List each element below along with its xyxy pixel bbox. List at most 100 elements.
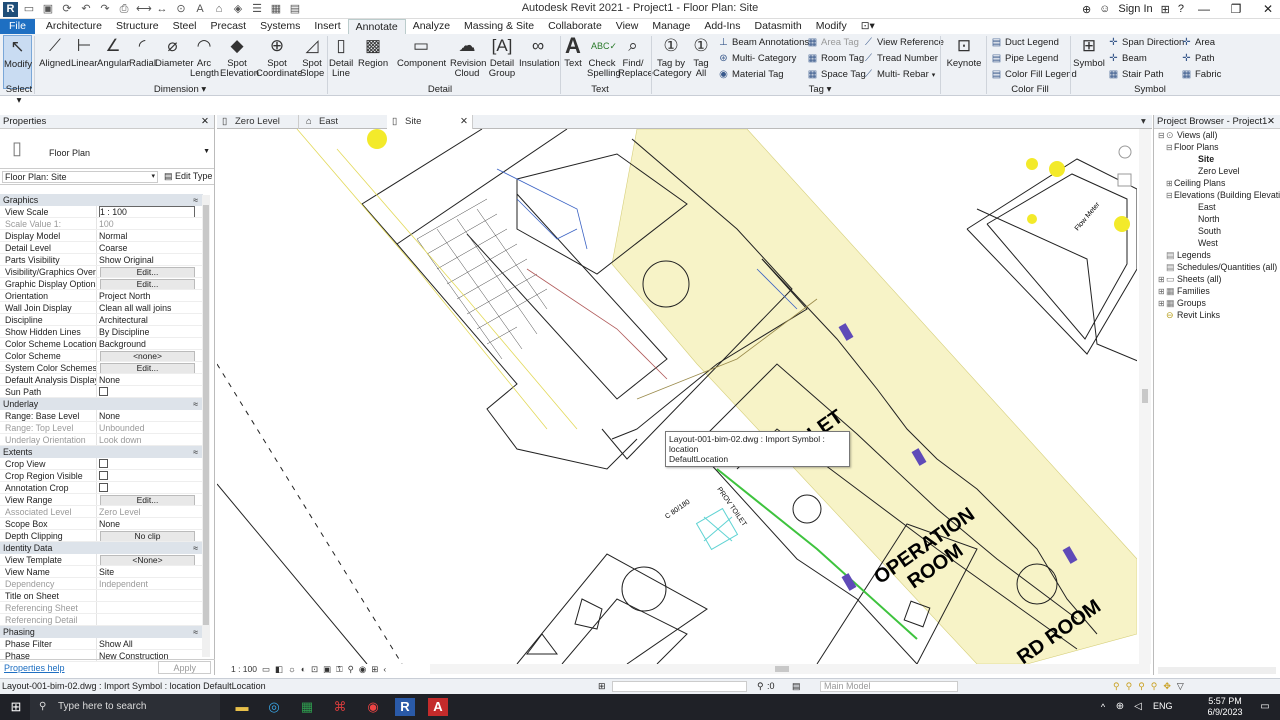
editable-only-icon[interactable]: ⚲ — [757, 679, 764, 694]
path-symbol-button[interactable]: ✛ Path — [1181, 53, 1214, 64]
design-options-icon[interactable]: ▤ — [792, 679, 801, 694]
text-button[interactable]: A Text — [562, 35, 584, 69]
group-graphics[interactable]: Graphics ≈ — [0, 194, 203, 206]
close-icon[interactable]: ✕ — [201, 115, 209, 129]
area-tag-button[interactable]: ▦ Area Tag — [807, 37, 859, 48]
scroll-thumb[interactable] — [775, 666, 789, 672]
tabs-menu-icon[interactable]: ▾ — [1139, 115, 1153, 129]
language-indicator[interactable]: ENG — [1153, 701, 1173, 711]
scroll-left-icon[interactable]: ‹ — [383, 664, 386, 674]
symbol-button[interactable]: ⊞ Symbol — [1073, 35, 1105, 69]
navigation-bar[interactable] — [1117, 145, 1132, 187]
sun-path-checkbox[interactable] — [99, 387, 108, 396]
color-scheme-button[interactable]: <none> — [100, 351, 195, 361]
crop-view-icon[interactable]: ⊡ — [311, 664, 318, 675]
stair-path-button[interactable]: ▦ Stair Path — [1108, 69, 1164, 80]
depth-clipping-button[interactable]: No clip — [100, 531, 195, 541]
view-scale-field[interactable]: 1 : 100 — [99, 206, 195, 217]
fabric-symbol-button[interactable]: ▦ Fabric — [1181, 69, 1222, 80]
analytical-model-icon[interactable]: ⊞ — [371, 664, 378, 675]
drag-elements-icon[interactable]: ✥ — [1163, 679, 1171, 694]
group-underlay[interactable]: Underlay ≈ — [0, 398, 203, 410]
close-icon[interactable]: ✕ — [460, 115, 468, 129]
title-on-sheet-field[interactable] — [97, 590, 203, 601]
canvas-horizontal-scrollbar[interactable] — [430, 664, 1150, 674]
tab-manage[interactable]: Manage — [645, 19, 697, 34]
filter-icon[interactable]: ▽ — [1177, 679, 1184, 694]
taskbar-search[interactable]: ⚲ Type here to search — [30, 694, 220, 720]
tree-east[interactable]: East — [1198, 201, 1216, 213]
beam-annotations-button[interactable]: ⊥ Beam Annotations — [718, 37, 809, 48]
sign-in-link[interactable]: Sign In — [1118, 3, 1152, 15]
type-selector[interactable]: ▯ Floor Plan ▼ — [0, 129, 214, 169]
detail-line-button[interactable]: ▯ Detail Line — [329, 35, 353, 79]
linear-dimension-button[interactable]: ⊢ Linear — [71, 35, 97, 69]
select-face-icon[interactable]: ⚲ — [1151, 679, 1158, 694]
find-replace-button[interactable]: ⌕ Find/ Replace — [618, 35, 653, 79]
reveal-hidden-icon[interactable]: ◉ — [359, 664, 366, 675]
tab-insert[interactable]: Insert — [307, 19, 347, 34]
tree-zero-level[interactable]: Zero Level — [1198, 165, 1240, 177]
scroll-thumb[interactable] — [203, 205, 209, 625]
tab-add-ins[interactable]: Add-Ins — [697, 19, 747, 34]
tab-options-icon[interactable]: ⊡▾ — [854, 19, 882, 34]
select-underlay-icon[interactable]: ⚲ — [1126, 679, 1133, 694]
browser-horizontal-scrollbar[interactable] — [1158, 667, 1276, 674]
modify-button[interactable]: ↖ Modify — [3, 35, 32, 89]
tree-schedules[interactable]: ▤ Schedules/Quantities (all) — [1166, 261, 1277, 273]
duct-legend-button[interactable]: ▤ Duct Legend — [991, 37, 1059, 48]
keynote-button[interactable]: ⊡ Keynote — [946, 35, 982, 69]
view-scale-button[interactable]: 1 : 100 — [231, 664, 257, 674]
tab-file[interactable]: File — [0, 19, 35, 34]
tag-all-button[interactable]: ① Tag All — [690, 35, 712, 79]
component-button[interactable]: ▭ Component — [397, 35, 446, 69]
binoculars-icon[interactable]: ⊕ — [1082, 3, 1091, 16]
group-phasing[interactable]: Phasing ≈ — [0, 626, 203, 638]
windows-start-icon[interactable]: ⊞ — [6, 698, 26, 716]
properties-help-link[interactable]: Properties help — [4, 660, 65, 675]
tread-number-button[interactable]: ⟋ Tread Number — [863, 53, 938, 64]
volume-icon[interactable]: ◁ — [1128, 698, 1148, 716]
recorder-icon[interactable]: ◉ — [363, 698, 383, 716]
workset-icon[interactable]: ⊞ — [598, 679, 606, 694]
shadows-icon[interactable]: ◐ — [301, 664, 306, 674]
gdo-edit-button[interactable]: Edit... — [100, 279, 195, 289]
tree-north[interactable]: North — [1198, 213, 1220, 225]
tab-architecture[interactable]: Architecture — [39, 19, 109, 34]
check-spelling-button[interactable]: ABC✓ Check Spelling — [587, 35, 621, 79]
area-symbol-button[interactable]: ✛ Area — [1181, 37, 1215, 48]
autocad-taskbar-icon[interactable]: A — [428, 698, 448, 716]
tab-precast[interactable]: Precast — [204, 19, 254, 34]
group-extents[interactable]: Extents ≈ — [0, 446, 203, 458]
show-crop-icon[interactable]: ▣ — [323, 664, 331, 675]
panel-select-label[interactable]: Select ▾ — [3, 84, 35, 106]
system-color-schemes-button[interactable]: Edit... — [100, 363, 195, 373]
tab-annotate[interactable]: Annotate — [347, 18, 406, 35]
help-icon[interactable]: ? — [1178, 3, 1184, 15]
maximize-button[interactable]: ❐ — [1224, 2, 1248, 16]
close-button[interactable]: ✕ — [1256, 2, 1280, 16]
diameter-dimension-button[interactable]: ⌀ Diameter — [155, 35, 194, 69]
tag-by-category-button[interactable]: ① Tag by Category — [653, 35, 692, 79]
revision-cloud-button[interactable]: ☁ Revision Cloud — [450, 35, 486, 79]
tree-site[interactable]: Site — [1198, 153, 1214, 165]
aligned-dimension-button[interactable]: ⟋ Aligned — [38, 35, 72, 69]
radial-dimension-button[interactable]: ◜ Radial — [129, 35, 156, 69]
apply-button[interactable]: Apply — [158, 661, 211, 674]
network-icon[interactable]: ⊕ — [1110, 698, 1130, 716]
view-range-edit-button[interactable]: Edit... — [100, 495, 195, 505]
edge-icon[interactable]: ◎ — [264, 698, 284, 716]
tab-analyze[interactable]: Analyze — [406, 19, 457, 34]
tab-view[interactable]: View — [609, 19, 646, 34]
insulation-button[interactable]: ∞ Insulation — [519, 35, 560, 69]
select-links-icon[interactable]: ⚲ — [1113, 679, 1120, 694]
spot-coordinate-button[interactable]: ⊕ Spot Coordinate — [256, 35, 302, 79]
tab-zero-level[interactable]: ▯ Zero Level — [217, 115, 299, 129]
clock[interactable]: 5:57 PM 6/9/2023 — [1205, 696, 1245, 718]
spot-slope-button[interactable]: ◿ Spot Slope — [300, 35, 324, 79]
workset-dropdown[interactable] — [612, 681, 747, 692]
tab-structure[interactable]: Structure — [109, 19, 166, 34]
view-template-button[interactable]: <None> — [100, 555, 195, 565]
design-option-dropdown[interactable]: Main Model — [820, 681, 958, 692]
close-icon[interactable]: ✕ — [1267, 115, 1275, 129]
